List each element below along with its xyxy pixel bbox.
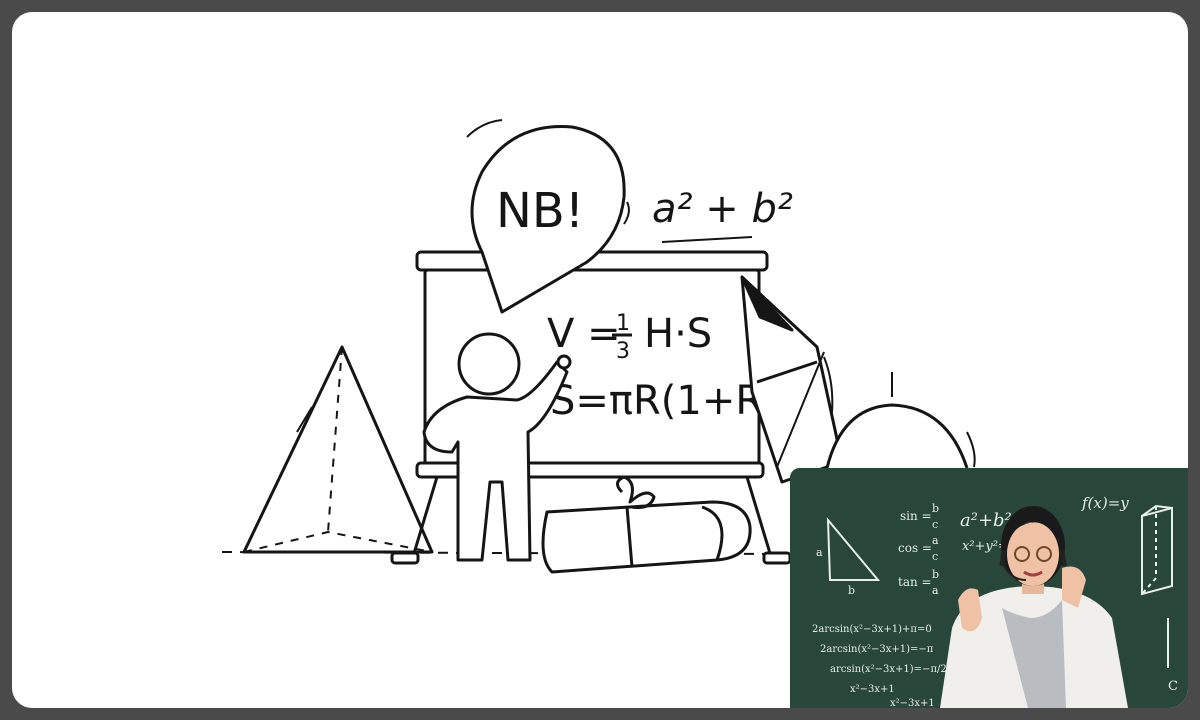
formula-volume-num: 1 bbox=[616, 311, 630, 336]
speech-bubble-label: NB! bbox=[496, 183, 584, 239]
slide-canvas: V = 1 3 H·S S=πR(1+R) NB! a² + b² a b si… bbox=[12, 12, 1188, 708]
chalk-side-c: C bbox=[1168, 679, 1178, 694]
video-feed-frame: a b sin = b c cos = a c tan = b a a²+b²=… bbox=[790, 468, 1188, 708]
pyramid-drawing bbox=[242, 345, 434, 554]
video-feed-panel[interactable]: a b sin = b c cos = a c tan = b a a²+b²=… bbox=[790, 468, 1188, 708]
chalk-tan-label: tan = bbox=[898, 575, 932, 589]
formula-volume-den: 3 bbox=[616, 339, 630, 364]
formula-pythagoras: a² + b² bbox=[652, 186, 793, 232]
chalk-tan-den: a bbox=[932, 584, 939, 597]
chalk-eq4: x²−3x+1 bbox=[850, 684, 895, 695]
formula-surface: S=πR(1+R) bbox=[550, 378, 779, 424]
presentation-frame: V = 1 3 H·S S=πR(1+R) NB! a² + b² a b si… bbox=[0, 0, 1200, 720]
chalk-eq1: 2arcsin(x²−3x+1)+π=0 bbox=[812, 624, 932, 635]
chalk-eq2: 2arcsin(x²−3x+1)=−π bbox=[820, 644, 934, 655]
chalk-fn-formula: f(x)=y bbox=[1081, 494, 1129, 512]
chalk-eq5: x²−3x+1 bbox=[890, 698, 935, 708]
scroll-drawing bbox=[541, 475, 752, 574]
chalk-tri-b: b bbox=[848, 584, 855, 597]
chalk-cos-label: cos = bbox=[898, 541, 932, 555]
chalk-tri-a: a bbox=[816, 546, 823, 559]
chalk-cos-den: c bbox=[932, 550, 938, 563]
chalk-eq3: arcsin(x²−3x+1)=−π/2 bbox=[830, 664, 947, 675]
chalk-sin-den: c bbox=[932, 518, 938, 531]
formula-volume-left: V = bbox=[547, 311, 621, 357]
globe-drawing bbox=[825, 372, 976, 469]
chalk-tan-num: b bbox=[932, 568, 939, 581]
formula-volume-right: H·S bbox=[644, 311, 712, 357]
chalk-cos-num: a bbox=[932, 534, 939, 547]
chalk-sin-label: sin = bbox=[900, 509, 932, 523]
chalk-sin-num: b bbox=[932, 502, 939, 515]
